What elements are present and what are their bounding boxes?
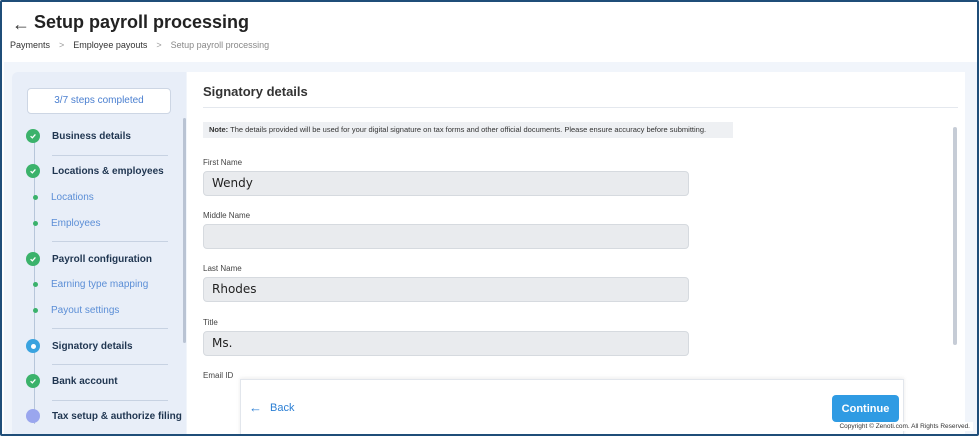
first-name-input[interactable]: Wendy — [203, 171, 689, 196]
check-icon — [26, 164, 40, 178]
step-label: Business details — [52, 130, 131, 142]
breadcrumb-payments[interactable]: Payments — [10, 40, 50, 50]
title-input[interactable]: Ms. — [203, 331, 689, 356]
active-step-icon — [26, 339, 40, 353]
continue-button[interactable]: Continue — [832, 395, 899, 422]
last-name-input[interactable]: Rhodes — [203, 277, 689, 302]
check-icon — [26, 129, 40, 143]
step-divider — [52, 155, 168, 156]
last-name-label: Last Name — [203, 264, 242, 273]
substep-employees[interactable]: Employees — [31, 218, 100, 229]
step-divider — [52, 241, 168, 242]
back-button-label: Back — [270, 401, 295, 414]
substep-dot-icon — [33, 195, 38, 200]
middle-name-input[interactable] — [203, 224, 689, 249]
step-label: Payroll configuration — [52, 253, 153, 265]
steps-progress-badge: 3/7 steps completed — [27, 88, 171, 114]
substep-label: Payout settings — [51, 305, 120, 316]
app-window: ← Setup payroll processing Payments > Em… — [0, 0, 979, 436]
back-arrow-icon[interactable]: ← — [12, 14, 30, 34]
substep-label: Locations — [51, 192, 94, 203]
sidebar-scrollbar[interactable] — [183, 118, 186, 343]
substep-dot-icon — [33, 308, 38, 313]
pending-step-icon — [26, 409, 40, 423]
substep-earning-type-mapping[interactable]: Earning type mapping — [31, 279, 148, 290]
email-label: Email ID — [203, 371, 234, 380]
step-business-details[interactable]: Business details — [26, 129, 131, 143]
note-label: Note: — [209, 125, 229, 134]
breadcrumb-separator: > — [156, 40, 162, 50]
back-button[interactable]: ← Back — [249, 400, 294, 415]
page-title: Setup payroll processing — [34, 12, 250, 32]
check-icon — [26, 374, 40, 388]
substep-dot-icon — [33, 282, 38, 287]
step-divider — [52, 328, 168, 329]
step-label: Locations & employees — [52, 165, 164, 177]
step-tax-setup[interactable]: Tax setup & authorize filing — [26, 409, 182, 423]
step-label: Tax setup & authorize filing — [52, 410, 182, 422]
breadcrumb-employee-payouts[interactable]: Employee payouts — [73, 40, 147, 50]
footer-action-bar: ← Back Continue — [240, 379, 904, 434]
arrow-left-icon: ← — [249, 400, 262, 415]
breadcrumb-current: Setup payroll processing — [170, 40, 270, 50]
steps-sidebar: 3/7 steps completed Business details Loc… — [12, 72, 186, 434]
section-title: Signatory details — [203, 84, 308, 99]
substep-payout-settings[interactable]: Payout settings — [31, 305, 119, 316]
first-name-label: First Name — [203, 158, 243, 167]
check-icon — [26, 252, 40, 266]
copyright-text: Copyright © Zenoti.com. All Rights Reser… — [836, 422, 973, 431]
step-divider — [52, 400, 168, 401]
substep-label: Employees — [51, 218, 101, 229]
title-divider — [203, 107, 958, 108]
breadcrumb: Payments > Employee payouts > Setup payr… — [10, 40, 269, 50]
title-label: Title — [203, 318, 218, 327]
step-bank-account[interactable]: Bank account — [26, 374, 118, 388]
step-payroll-configuration[interactable]: Payroll configuration — [26, 252, 152, 266]
step-locations-employees[interactable]: Locations & employees — [26, 164, 164, 178]
breadcrumb-separator: > — [59, 40, 65, 50]
step-label: Bank account — [52, 375, 118, 387]
substep-locations[interactable]: Locations — [31, 192, 94, 203]
note-text: The details provided will be used for yo… — [230, 125, 707, 134]
note-banner: Note: The details provided will be used … — [203, 122, 733, 138]
main-scrollbar[interactable] — [953, 127, 957, 345]
step-signatory-details[interactable]: Signatory details — [26, 339, 133, 353]
substep-label: Earning type mapping — [51, 279, 149, 290]
substep-dot-icon — [33, 221, 38, 226]
step-divider — [52, 364, 168, 365]
step-label: Signatory details — [52, 340, 133, 352]
middle-name-label: Middle Name — [203, 211, 251, 220]
